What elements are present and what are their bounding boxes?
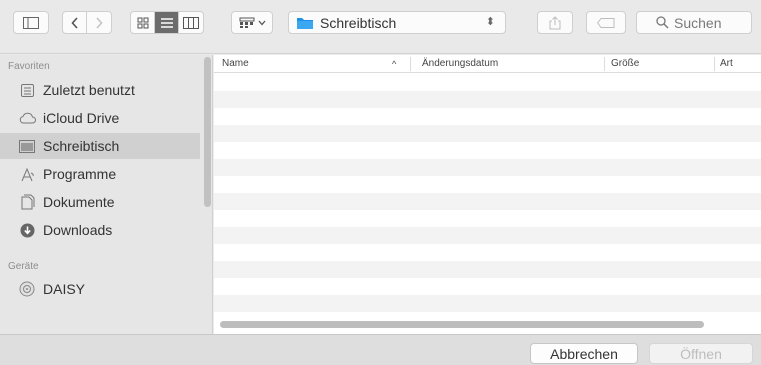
table-row	[214, 142, 761, 159]
horizontal-scrollbar[interactable]	[220, 321, 704, 328]
grid-icon	[137, 17, 148, 28]
sidebar-item-label: Zuletzt benutzt	[43, 82, 135, 98]
downloads-icon	[18, 222, 36, 238]
recents-icon	[18, 82, 36, 98]
location-label: Schreibtisch	[320, 14, 397, 31]
applications-icon	[18, 166, 36, 182]
table-row	[214, 210, 761, 227]
column-header-modified[interactable]: Änderungsdatum	[422, 58, 498, 69]
table-row	[214, 261, 761, 278]
table-row	[214, 176, 761, 193]
documents-icon	[18, 194, 36, 210]
search-placeholder: Suchen	[674, 14, 722, 31]
devices-title: Geräte	[8, 261, 39, 272]
list-icon	[160, 17, 173, 28]
sidebar-scrollbar[interactable]	[204, 57, 211, 207]
sidebar-item-daisy[interactable]: DAISY	[0, 276, 200, 302]
file-list: Name ^ Änderungsdatum Größe Art	[214, 55, 761, 334]
sidebar-item-label: Programme	[43, 166, 117, 182]
view-mode-control	[130, 11, 204, 34]
column-header-size[interactable]: Größe	[611, 58, 639, 69]
back-button[interactable]	[63, 12, 87, 33]
icon-view-button[interactable]	[131, 12, 155, 33]
sidebar: Favoriten Zuletzt benutzt iCloud Drive S…	[0, 55, 213, 334]
table-row	[214, 125, 761, 142]
column-header-name[interactable]: Name	[222, 58, 249, 69]
table-row	[214, 193, 761, 210]
column-separator[interactable]	[410, 57, 411, 71]
list-view-button[interactable]	[155, 12, 179, 33]
group-icon	[239, 17, 254, 28]
cloud-icon	[18, 110, 36, 126]
bottom-bar: Abbrechen Öffnen	[0, 334, 761, 365]
arrange-button[interactable]	[231, 11, 273, 34]
sidebar-item-label: iCloud Drive	[43, 110, 120, 126]
table-row	[214, 74, 761, 91]
sidebar-item-label: Dokumente	[43, 194, 115, 210]
search-icon	[656, 16, 669, 29]
toolbar: Schreibtisch ⬍ Suchen	[0, 0, 761, 54]
sort-ascending-icon: ^	[392, 59, 397, 69]
chevron-right-icon	[96, 16, 103, 29]
sidebar-icon	[23, 16, 39, 29]
sidebar-item-desktop[interactable]: Schreibtisch	[0, 133, 200, 159]
table-row	[214, 227, 761, 244]
column-separator[interactable]	[714, 57, 715, 71]
open-button[interactable]: Öffnen	[649, 343, 753, 364]
sidebar-item-recents[interactable]: Zuletzt benutzt	[0, 77, 200, 103]
folder-icon	[297, 17, 313, 29]
sidebar-item-applications[interactable]: Programme	[0, 161, 200, 187]
chevron-left-icon	[70, 16, 78, 29]
sidebar-item-label: DAISY	[43, 281, 86, 297]
share-button[interactable]	[537, 11, 573, 34]
updown-arrows-icon: ⬍	[485, 16, 495, 28]
cancel-button[interactable]: Abbrechen	[530, 343, 638, 364]
back-forward-control	[62, 11, 112, 34]
column-view-button[interactable]	[179, 12, 203, 33]
location-popup[interactable]: Schreibtisch ⬍	[288, 11, 506, 34]
favorites-title: Favoriten	[8, 61, 50, 72]
sidebar-item-label: Schreibtisch	[43, 138, 120, 154]
sidebar-item-label: Downloads	[43, 222, 113, 238]
desktop-icon	[18, 138, 36, 154]
forward-button[interactable]	[87, 12, 111, 33]
column-separator[interactable]	[604, 57, 605, 71]
sidebar-toggle-button[interactable]	[13, 11, 49, 34]
disk-icon	[18, 281, 36, 297]
search-field[interactable]: Suchen	[636, 11, 752, 34]
table-row	[214, 278, 761, 295]
columns-icon	[183, 16, 199, 29]
share-icon	[549, 15, 561, 29]
table-row	[214, 91, 761, 108]
table-row	[214, 108, 761, 125]
tags-button[interactable]	[586, 11, 626, 34]
table-row	[214, 244, 761, 261]
chevron-down-icon	[258, 20, 265, 25]
sidebar-item-downloads[interactable]: Downloads	[0, 217, 200, 243]
table-row	[214, 159, 761, 176]
table-row	[214, 295, 761, 312]
column-header-row: Name ^ Änderungsdatum Größe Art	[214, 55, 761, 73]
column-header-kind[interactable]: Art	[720, 58, 733, 69]
tag-icon	[597, 17, 615, 28]
sidebar-item-documents[interactable]: Dokumente	[0, 189, 200, 215]
sidebar-item-icloud[interactable]: iCloud Drive	[0, 105, 200, 131]
